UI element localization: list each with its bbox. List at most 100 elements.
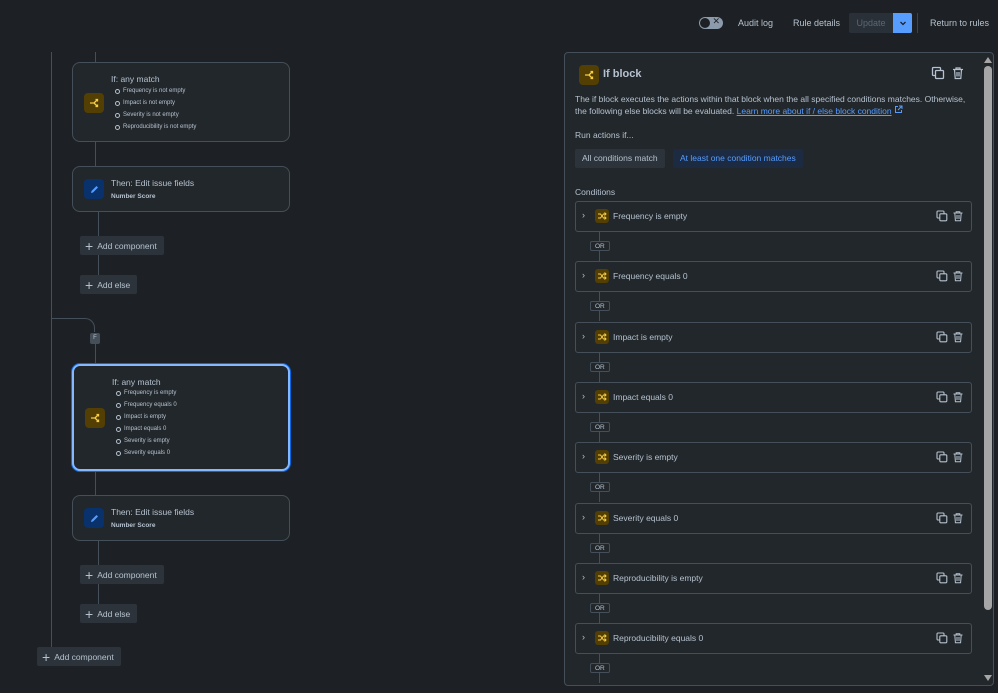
add-component-button[interactable]: + Add component bbox=[80, 236, 164, 255]
copy-icon[interactable] bbox=[936, 451, 948, 463]
shuffle-icon bbox=[595, 631, 609, 645]
chevron-right-icon[interactable]: › bbox=[582, 632, 585, 642]
condition-row[interactable]: › Impact is empty bbox=[575, 322, 972, 353]
rule-details-button[interactable]: Rule details bbox=[787, 13, 846, 33]
scroll-down-arrow[interactable] bbox=[984, 675, 992, 681]
chevron-right-icon[interactable]: › bbox=[582, 270, 585, 280]
chevron-right-icon[interactable]: › bbox=[582, 331, 585, 341]
chevron-right-icon[interactable]: › bbox=[582, 512, 585, 522]
condition-row[interactable]: › Frequency equals 0 bbox=[575, 261, 972, 292]
condition-text: Frequency equals 0 bbox=[613, 271, 688, 281]
add-else-button[interactable]: + Add else bbox=[80, 275, 138, 294]
copy-icon[interactable] bbox=[936, 572, 948, 584]
condition-actions bbox=[936, 572, 964, 584]
panel-title: If block bbox=[603, 68, 642, 80]
copy-icon[interactable] bbox=[936, 391, 948, 403]
toggle-knob bbox=[700, 18, 710, 28]
chevron-right-icon[interactable]: › bbox=[582, 391, 585, 401]
edit-issue-node[interactable]: Then: Edit issue fields Number Score bbox=[72, 495, 290, 541]
shuffle-icon bbox=[595, 571, 609, 585]
chevron-right-icon[interactable]: › bbox=[582, 572, 585, 582]
condition-text: Frequency is empty bbox=[613, 211, 688, 221]
node-title: If: any match bbox=[112, 377, 161, 387]
condition-text: Reproducibility is empty bbox=[613, 573, 703, 583]
condition-actions bbox=[936, 391, 964, 403]
at-least-one-condition-option[interactable]: At least one condition matches bbox=[673, 149, 803, 168]
copy-icon[interactable] bbox=[936, 210, 948, 222]
update-dropdown-button[interactable] bbox=[893, 13, 912, 33]
plus-icon: + bbox=[85, 605, 94, 622]
condition-row[interactable]: › Reproducibility is empty bbox=[575, 563, 972, 594]
trash-icon[interactable] bbox=[952, 512, 964, 524]
condition-row[interactable]: › Severity is empty bbox=[575, 442, 972, 473]
add-component-button[interactable]: + Add component bbox=[80, 565, 164, 584]
pencil-icon bbox=[84, 179, 104, 199]
copy-icon[interactable] bbox=[936, 632, 948, 644]
plus-icon: + bbox=[85, 566, 94, 583]
add-else-button[interactable]: + Add else bbox=[80, 604, 138, 623]
shuffle-icon bbox=[595, 209, 609, 223]
condition-row[interactable]: › Reproducibility equals 0 bbox=[575, 623, 972, 654]
add-component-label: Add component bbox=[97, 240, 157, 251]
copy-icon[interactable] bbox=[931, 66, 945, 80]
list-item: Frequency is not empty bbox=[114, 85, 196, 97]
audit-log-button[interactable]: Audit log bbox=[732, 13, 779, 33]
trash-icon[interactable] bbox=[952, 331, 964, 343]
condition-actions bbox=[936, 632, 964, 644]
rule-enabled-toggle[interactable]: ✕ bbox=[699, 16, 723, 29]
connector-line bbox=[95, 469, 96, 496]
trash-icon[interactable] bbox=[952, 210, 964, 222]
return-to-rules-button[interactable]: Return to rules bbox=[924, 13, 995, 33]
trash-icon[interactable] bbox=[952, 632, 964, 644]
list-item: Severity is empty bbox=[116, 435, 177, 447]
trash-icon[interactable] bbox=[952, 391, 964, 403]
shuffle-icon bbox=[595, 450, 609, 464]
all-conditions-match-option[interactable]: All conditions match bbox=[575, 149, 665, 168]
condition-text: Impact is empty bbox=[613, 332, 673, 342]
learn-more-link[interactable]: Learn more about if / else block conditi… bbox=[737, 106, 892, 116]
or-badge: OR bbox=[590, 301, 610, 311]
condition-text: Reproducibility equals 0 bbox=[613, 633, 704, 643]
toggle-off-icon: ✕ bbox=[712, 16, 720, 26]
copy-icon[interactable] bbox=[936, 270, 948, 282]
condition-actions bbox=[936, 210, 964, 222]
branch-icon bbox=[579, 65, 599, 85]
condition-text: Impact equals 0 bbox=[613, 392, 674, 402]
trash-icon[interactable] bbox=[952, 451, 964, 463]
chevron-right-icon[interactable]: › bbox=[582, 451, 585, 461]
scroll-thumb[interactable] bbox=[984, 66, 992, 610]
trash-icon[interactable] bbox=[951, 66, 965, 80]
list-item: Impact equals 0 bbox=[116, 423, 177, 435]
run-actions-label: Run actions if... bbox=[575, 130, 634, 140]
condition-row[interactable]: › Impact equals 0 bbox=[575, 382, 972, 413]
plus-icon: + bbox=[85, 237, 94, 254]
trash-icon[interactable] bbox=[952, 572, 964, 584]
edit-issue-node[interactable]: Then: Edit issue fields Number Score bbox=[72, 166, 290, 212]
branch-icon bbox=[85, 408, 105, 428]
update-button[interactable]: Update bbox=[849, 13, 893, 33]
external-link-icon[interactable] bbox=[894, 105, 903, 114]
if-block-node[interactable]: If: any match Frequency is not empty Imp… bbox=[72, 62, 290, 142]
panel-actions bbox=[931, 66, 965, 80]
or-badge: OR bbox=[590, 422, 610, 432]
condition-list: Frequency is empty Frequency equals 0 Im… bbox=[116, 387, 177, 459]
condition-text: Severity equals 0 bbox=[613, 513, 679, 523]
list-item: Frequency is empty bbox=[116, 387, 177, 399]
condition-actions bbox=[936, 451, 964, 463]
or-badge: OR bbox=[590, 663, 610, 673]
if-block-node-selected[interactable]: If: any match Frequency is empty Frequen… bbox=[72, 364, 290, 471]
add-component-button-main[interactable]: + Add component bbox=[37, 647, 121, 666]
trash-icon[interactable] bbox=[952, 270, 964, 282]
copy-icon[interactable] bbox=[936, 512, 948, 524]
list-item: Reproducibility is not empty bbox=[114, 121, 196, 133]
condition-row[interactable]: › Severity equals 0 bbox=[575, 503, 972, 534]
scroll-up-arrow[interactable] bbox=[984, 57, 992, 63]
or-badge: OR bbox=[590, 362, 610, 372]
list-item: Frequency equals 0 bbox=[116, 399, 177, 411]
chevron-right-icon[interactable]: › bbox=[582, 210, 585, 220]
add-else-label: Add else bbox=[97, 279, 131, 290]
list-item: Severity is not empty bbox=[114, 109, 196, 121]
copy-icon[interactable] bbox=[936, 331, 948, 343]
condition-row[interactable]: › Frequency is empty bbox=[575, 201, 972, 232]
conditions-label: Conditions bbox=[575, 187, 616, 197]
